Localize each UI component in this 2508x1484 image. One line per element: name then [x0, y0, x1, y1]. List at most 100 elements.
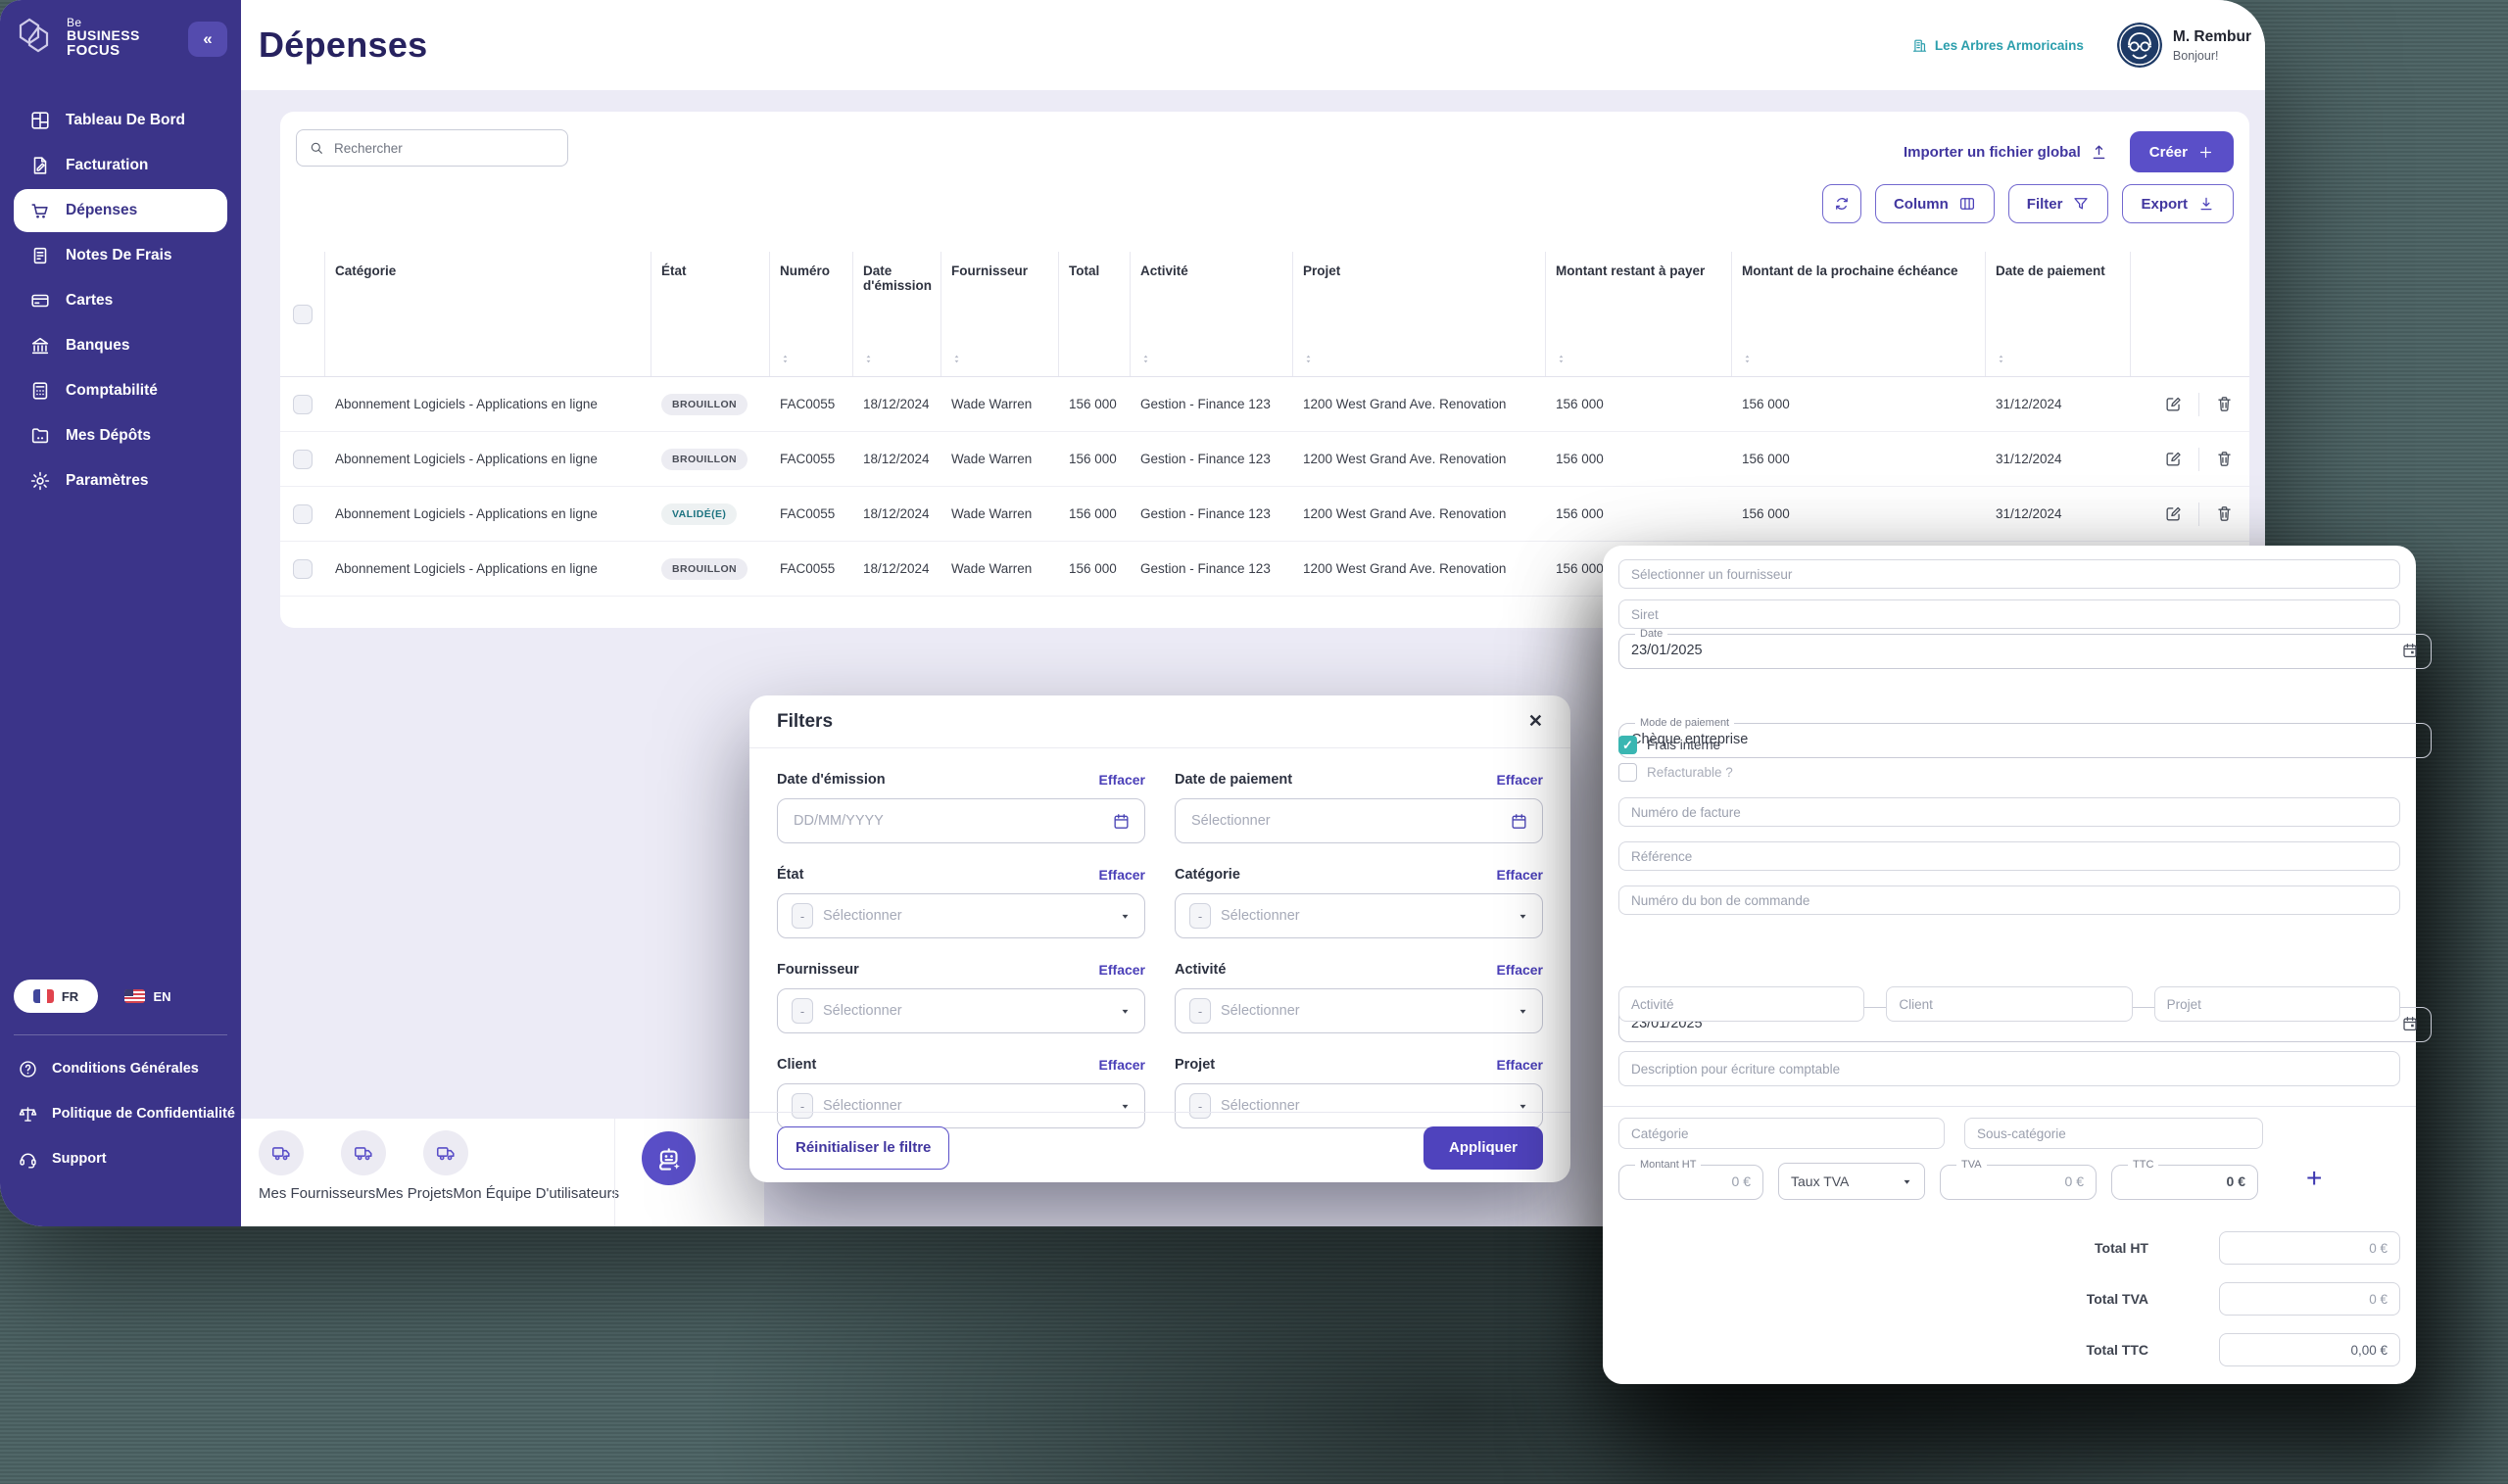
project-input[interactable]	[2154, 986, 2400, 1022]
column-header-next_due[interactable]: Montant de la prochaine échéance	[1732, 252, 1986, 376]
quick-link-button[interactable]	[423, 1130, 468, 1175]
clear-filter-link[interactable]: Effacer	[1099, 1057, 1145, 1073]
row-checkbox[interactable]	[293, 559, 313, 579]
select-filter[interactable]: -Sélectionner	[777, 893, 1145, 938]
row-checkbox[interactable]	[293, 395, 313, 414]
company-link[interactable]: Les Arbres Armoricains	[1911, 37, 2084, 54]
column-header-issue_date[interactable]: Date d'émission	[853, 252, 941, 376]
sort-icon[interactable]	[1996, 352, 2006, 366]
app-logo[interactable]: Be BUSINESS FOCUS	[16, 14, 140, 61]
trash-icon[interactable]	[2215, 504, 2234, 523]
sort-icon[interactable]	[1742, 352, 1753, 366]
table-row[interactable]: Abonnement Logiciels - Applications en l…	[280, 377, 2249, 432]
clear-filter-link[interactable]: Effacer	[1497, 772, 1543, 788]
select-all-checkbox[interactable]	[293, 305, 313, 324]
calendar-icon[interactable]	[2401, 1015, 2419, 1032]
category-input[interactable]	[1618, 1118, 1945, 1149]
filter-button[interactable]: Filter	[2008, 184, 2109, 223]
activity-input[interactable]	[1618, 986, 1864, 1022]
taux-tva-select[interactable]: Taux TVA	[1778, 1163, 1925, 1200]
sidebar-item-gear[interactable]: Paramètres	[0, 458, 241, 503]
sidebar-item-receipt[interactable]: Notes De Frais	[0, 233, 241, 278]
sidebar-item-calc[interactable]: Comptabilité	[0, 368, 241, 413]
supplier-select-input[interactable]	[1618, 559, 2400, 589]
sidebar-link-help[interactable]: Conditions Générales	[0, 1046, 241, 1091]
edit-icon[interactable]	[2164, 504, 2183, 523]
calendar-icon[interactable]	[1510, 812, 1528, 831]
column-header-supplier[interactable]: Fournisseur	[941, 252, 1059, 376]
column-header-activity[interactable]: Activité	[1131, 252, 1293, 376]
amount-ht-field[interactable]: Montant HT 0 €	[1618, 1159, 1763, 1200]
language-button-fr[interactable]: FR	[14, 980, 98, 1013]
description-input[interactable]	[1618, 1051, 2400, 1086]
close-icon[interactable]: ✕	[1528, 711, 1543, 732]
column-button[interactable]: Column	[1875, 184, 1995, 223]
clear-filter-link[interactable]: Effacer	[1099, 962, 1145, 978]
trash-icon[interactable]	[2215, 395, 2234, 413]
ttc-field[interactable]: TTC 0 €	[2111, 1159, 2258, 1200]
clear-filter-link[interactable]: Effacer	[1099, 772, 1145, 788]
subcategory-input[interactable]	[1964, 1118, 2263, 1149]
sidebar-item-card[interactable]: Cartes	[0, 278, 241, 323]
sidebar-collapse-button[interactable]: «	[188, 22, 227, 57]
quick-link-label[interactable]: Mes Projets	[375, 1185, 453, 1202]
language-button-en[interactable]: EN	[106, 980, 190, 1013]
row-checkbox[interactable]	[293, 450, 313, 469]
sort-icon[interactable]	[780, 352, 791, 366]
column-header-project[interactable]: Projet	[1293, 252, 1546, 376]
date-field[interactable]: Date 23/01/2025	[1618, 628, 2432, 669]
table-row[interactable]: Abonnement Logiciels - Applications en l…	[280, 487, 2249, 542]
search-input[interactable]	[332, 140, 555, 157]
ai-assistant-button[interactable]	[642, 1131, 696, 1185]
date-input[interactable]	[1189, 812, 1500, 830]
sort-icon[interactable]	[1140, 352, 1151, 366]
add-line-button[interactable]: +	[2306, 1165, 2322, 1192]
sidebar-link-headset[interactable]: Support	[0, 1136, 241, 1181]
edit-icon[interactable]	[2164, 450, 2183, 468]
invoice-number-input[interactable]	[1618, 797, 2400, 827]
quick-link-label[interactable]: Mon Équipe D'utilisateurs	[453, 1185, 619, 1202]
sort-icon[interactable]	[951, 352, 962, 366]
tva-field[interactable]: TVA 0 €	[1940, 1159, 2097, 1200]
frais-interne-checkbox[interactable]: ✓	[1618, 736, 1637, 754]
clear-filter-link[interactable]: Effacer	[1497, 962, 1543, 978]
sidebar-item-deposits[interactable]: Mes Dépôts	[0, 413, 241, 458]
reset-filter-button[interactable]: Réinitialiser le filtre	[777, 1126, 949, 1170]
po-number-input[interactable]	[1618, 886, 2400, 915]
import-global-file-button[interactable]: Importer un fichier global	[1904, 143, 2108, 162]
sort-icon[interactable]	[1556, 352, 1567, 366]
quick-link-button[interactable]	[341, 1130, 386, 1175]
siret-input[interactable]	[1618, 599, 2400, 629]
sidebar-item-cart[interactable]: Dépenses	[14, 189, 227, 232]
clear-filter-link[interactable]: Effacer	[1099, 867, 1145, 883]
column-header-payment_date[interactable]: Date de paiement	[1986, 252, 2131, 376]
date-input[interactable]	[792, 812, 1102, 830]
quick-link-button[interactable]	[259, 1130, 304, 1175]
sort-icon[interactable]	[863, 352, 874, 366]
user-menu[interactable]: M. Rembur Bonjour!	[2117, 23, 2251, 68]
select-filter[interactable]: -Sélectionner	[1175, 988, 1543, 1033]
refacturable-checkbox[interactable]	[1618, 763, 1637, 782]
row-checkbox[interactable]	[293, 504, 313, 524]
select-filter[interactable]: -Sélectionner	[1175, 893, 1543, 938]
sidebar-item-invoice[interactable]: Facturation	[0, 143, 241, 188]
select-filter[interactable]: -Sélectionner	[777, 988, 1145, 1033]
quick-link-label[interactable]: Mes Fournisseurs	[259, 1185, 375, 1202]
sort-icon[interactable]	[1303, 352, 1314, 366]
column-header-remaining[interactable]: Montant restant à payer	[1546, 252, 1732, 376]
refresh-button[interactable]	[1822, 184, 1861, 223]
reference-input[interactable]	[1618, 841, 2400, 871]
export-button[interactable]: Export	[2122, 184, 2234, 223]
calendar-icon[interactable]	[2401, 642, 2419, 659]
sidebar-item-bank[interactable]: Banques	[0, 323, 241, 368]
sidebar-item-dashboard[interactable]: Tableau De Bord	[0, 98, 241, 143]
client-input[interactable]	[1886, 986, 2132, 1022]
create-button[interactable]: Créer	[2130, 131, 2234, 172]
edit-icon[interactable]	[2164, 395, 2183, 413]
table-row[interactable]: Abonnement Logiciels - Applications en l…	[280, 432, 2249, 487]
sidebar-link-scales[interactable]: Politique de Confidentialité	[0, 1091, 241, 1136]
apply-filter-button[interactable]: Appliquer	[1423, 1126, 1543, 1170]
clear-filter-link[interactable]: Effacer	[1497, 867, 1543, 883]
column-header-number[interactable]: Numéro	[770, 252, 853, 376]
calendar-icon[interactable]	[1112, 812, 1131, 831]
